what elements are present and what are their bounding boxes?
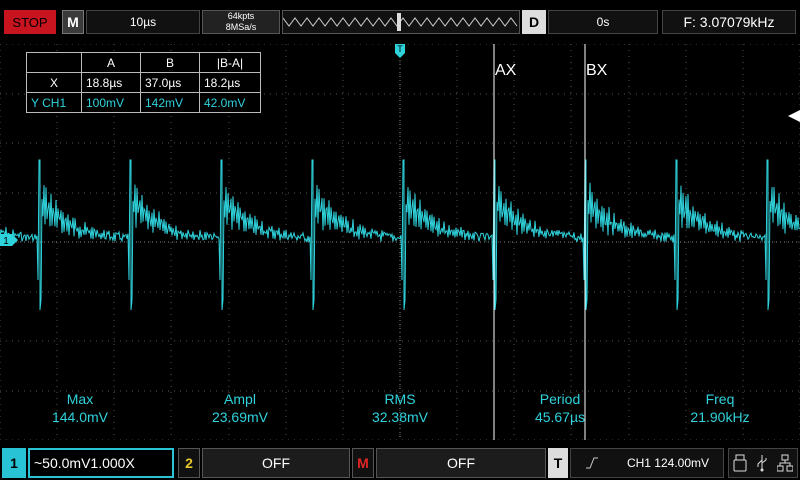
memory-overview[interactable] xyxy=(282,10,520,34)
ch1-settings[interactable]: ~50.0mV1.000X xyxy=(28,448,174,478)
frequency-counter: F: 3.07079kHz xyxy=(662,10,796,34)
bottom-channel-bar: 1 ~50.0mV1.000X 2 OFF M OFF T CH1 124.00… xyxy=(0,444,800,480)
timebase-display[interactable]: 10µs xyxy=(86,10,200,34)
trigger-delay-icon: D xyxy=(522,10,546,34)
measurement-value: 23.69mV xyxy=(211,409,269,425)
cursor-row-label: Y CH1 xyxy=(26,92,82,113)
trigger-settings[interactable]: CH1 124.00mV xyxy=(570,448,724,478)
measurement-period: Period 45.67µs xyxy=(490,390,630,426)
cursor-ax-label: AX xyxy=(495,62,517,79)
trigger-level-marker xyxy=(788,110,800,122)
trigger-position-marker: T xyxy=(395,44,405,58)
cursor-header-a: A xyxy=(81,52,141,73)
measurement-value: 21.90kHz xyxy=(690,409,750,425)
rising-edge-icon xyxy=(585,457,598,469)
cursor-header-b: B xyxy=(140,52,200,73)
usb-icon xyxy=(757,455,767,472)
trigger-position-label: T xyxy=(397,44,403,54)
cursor-row-label: X xyxy=(26,72,82,93)
math-settings[interactable]: OFF xyxy=(376,448,546,478)
sample-rate: 8MSa/s xyxy=(225,22,257,32)
network-icon xyxy=(777,454,793,472)
cursor-x-a: 18.8µs xyxy=(81,72,141,93)
trigger-button[interactable]: T xyxy=(548,448,568,478)
measurement-max: Max 144.0mV xyxy=(10,390,150,426)
measurement-rms: RMS 32.38mV xyxy=(330,390,470,426)
measurement-freq: Freq 21.90kHz xyxy=(650,390,790,426)
cursor-readout-table: A B |B-A| X 18.8µs 37.0µs 18.2µs Y CH1 1… xyxy=(26,52,261,113)
cursor-x-b: 37.0µs xyxy=(140,72,200,93)
ch1-ground-marker: 1 xyxy=(0,234,18,247)
measurement-name: Freq xyxy=(705,391,735,407)
cursor-header-delta: |B-A| xyxy=(199,52,261,73)
measurement-value: 32.38mV xyxy=(371,409,429,425)
usb-drive-icon xyxy=(733,454,747,472)
measurement-value: 144.0mV xyxy=(51,409,109,425)
memory-depth: 64kpts xyxy=(227,11,255,21)
cursor-y-b: 142mV xyxy=(140,92,200,113)
trigger-level: CH1 124.00mV xyxy=(626,456,709,470)
math-button[interactable]: M xyxy=(352,448,374,478)
sample-info: 64kpts 8MSa/s xyxy=(202,10,280,34)
status-icons xyxy=(728,448,798,478)
measurement-value: 45.67µs xyxy=(534,409,586,425)
run-stop-button[interactable]: STOP xyxy=(4,10,56,34)
measurement-name: Max xyxy=(66,391,94,407)
cursor-bx-label: BX xyxy=(586,62,608,79)
ch2-settings[interactable]: OFF xyxy=(202,448,350,478)
cursor-y-delta: 42.0mV xyxy=(199,92,261,113)
measurement-name: RMS xyxy=(384,391,416,407)
ch1-ground-label: 1 xyxy=(3,236,9,247)
top-status-bar: STOP M 10µs 64kpts 8MSa/s D 0s F: 3.0707… xyxy=(0,0,800,42)
memory-overview-wave xyxy=(282,13,518,31)
measurement-name: Ampl xyxy=(224,391,256,407)
cursor-corner xyxy=(26,52,82,73)
measurement-ampl: Ampl 23.69mV xyxy=(170,390,310,426)
cursor-y-a: 100mV xyxy=(81,92,141,113)
cursor-x-delta: 18.2µs xyxy=(199,72,261,93)
ch1-button[interactable]: 1 xyxy=(2,448,26,478)
mode-button[interactable]: M xyxy=(62,10,84,34)
ch2-button[interactable]: 2 xyxy=(178,448,200,478)
trigger-delay-display[interactable]: 0s xyxy=(548,10,658,34)
measurement-name: Period xyxy=(539,391,581,407)
